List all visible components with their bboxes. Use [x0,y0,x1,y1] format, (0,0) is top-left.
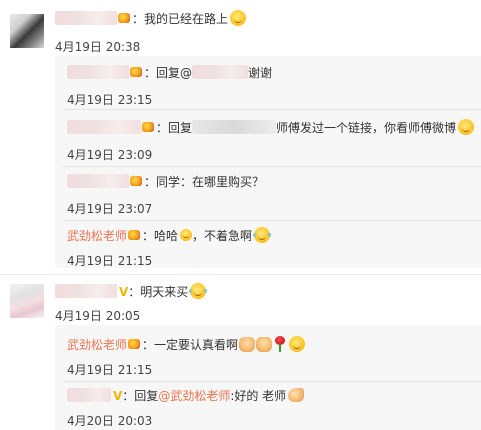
comment-timestamp: 4月19日 20:38 [55,40,141,54]
username-redacted[interactable] [67,65,129,79]
vip-badge-icon [130,66,143,78]
reply-timestamp: 4月19日 23:07 [67,202,153,216]
comment-text: ：明天来买 [128,285,189,299]
username-redacted[interactable] [67,174,129,188]
comment-text: ：我的已经在路上 [132,12,229,26]
reply-text: ：哈哈 [142,229,179,243]
vip-badge-icon [142,121,155,133]
fist-emoji-icon [239,337,256,352]
reply-text-tail: 师傅发过一个链接，你看师傅微博 [276,121,457,135]
comment-content: V：明天来买 [55,283,208,301]
smile-emoji-icon [230,10,247,26]
comment-timestamp: 4月19日 20:05 [55,309,141,323]
author-link[interactable]: 武劲松老师 [67,229,127,243]
smile-emoji-icon [180,229,193,241]
vip-badge-icon [128,338,141,350]
reply-text: ：回复 [122,389,159,403]
reply-content: ：同学：在哪里购买？ [67,173,264,191]
username-redacted[interactable] [67,388,111,402]
divider [63,166,481,167]
reply-timestamp: 4月19日 21:15 [67,254,153,268]
verified-v-icon: V [119,285,129,299]
smile-emoji-icon [458,119,475,135]
fist-emoji-icon [256,337,273,352]
vip-badge-icon [128,229,141,241]
reply-content: V：回复@武劲松老师:好的 老师 [67,387,305,405]
muscle-emoji-icon [288,388,305,402]
reply-content: 武劲松老师 ：哈哈 ，不着急啊 [67,227,272,245]
mention-redacted[interactable] [192,65,249,79]
reply-text: ：一定要认真看啊 [142,338,239,352]
reply-timestamp: 4月19日 21:15 [67,363,153,377]
avatar[interactable] [10,14,44,48]
smile-emoji-icon [289,336,306,352]
author-link[interactable]: 武劲松老师 [67,338,127,352]
reply-text-tail: :好的 老师 [230,389,287,403]
comment-item: ：我的已经在路上 4月19日 20:38 ：回复@ 谢谢 4月19日 23:15 … [0,0,481,268]
username-redacted[interactable] [67,120,141,134]
mention-redacted[interactable] [192,120,277,134]
comment-content: ：我的已经在路上 [55,10,247,28]
mention-link[interactable]: @武劲松老师 [158,389,230,403]
reply-text: ：同学：在哪里购买？ [144,175,265,189]
reply-timestamp: 4月20日 20:03 [67,414,153,428]
vip-badge-icon [130,175,143,187]
divider [63,381,481,382]
verified-v-icon: V [113,389,123,403]
laugh-tears-emoji-icon [189,283,208,299]
divider [63,220,481,221]
reply-content: ：回复 师傅发过一个链接，你看师傅微博 [67,119,475,137]
reply-text: ：回复 [156,121,193,135]
reply-text: ：回复@ [144,66,193,80]
reply-content: ：回复@ 谢谢 [67,64,272,82]
rose-emoji-icon [273,336,287,352]
reply-timestamp: 4月19日 23:09 [67,148,153,162]
username-redacted[interactable] [55,11,117,25]
username-redacted[interactable] [55,284,117,298]
reply-timestamp: 4月19日 23:15 [67,93,153,107]
laugh-tears-emoji-icon [253,227,272,243]
vip-badge-icon [118,12,131,24]
reply-text-tail: ，不着急啊 [192,229,253,243]
reply-text-tail: 谢谢 [248,66,273,80]
avatar[interactable] [10,284,44,318]
divider [63,109,481,110]
reply-list: 武劲松老师 ：一定要认真看啊 4月19日 21:15 V：回复@武劲松老师:好的 … [55,325,481,430]
comment-item: V：明天来买 4月19日 20:05 武劲松老师 ：一定要认真看啊 4月19日 2… [0,275,481,430]
reply-content: 武劲松老师 ：一定要认真看啊 [67,336,306,354]
reply-list: ：回复@ 谢谢 4月19日 23:15 ：回复 师傅发过一个链接，你看师傅微博 4月… [55,56,481,268]
